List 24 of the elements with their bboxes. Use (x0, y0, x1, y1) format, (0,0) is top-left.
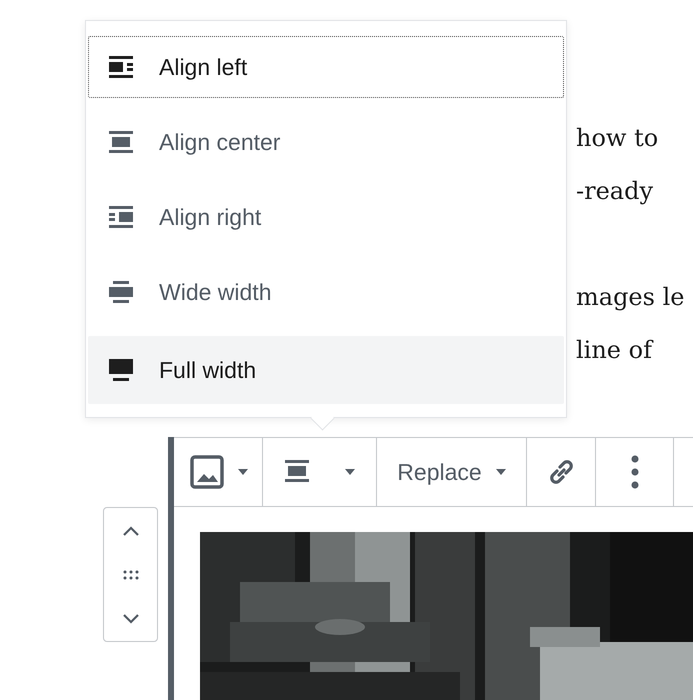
more-options-icon (630, 455, 640, 489)
image-icon (190, 455, 224, 489)
menu-item[interactable]: Align right (88, 186, 564, 248)
drag-handle-icon[interactable] (122, 570, 140, 580)
chevron-up-icon[interactable] (122, 524, 140, 536)
paragraph-text: -ready (576, 176, 654, 207)
chevron-down-icon[interactable] (122, 612, 140, 624)
align-left-icon (109, 56, 133, 78)
menu-item[interactable]: Wide width (88, 261, 564, 323)
menu-item[interactable]: Align left (88, 36, 564, 98)
link-icon (547, 458, 575, 486)
paragraph-text: line of (576, 335, 652, 366)
caret-icon (344, 469, 354, 475)
paragraph-text: how to (576, 123, 658, 154)
caret-icon (238, 469, 248, 475)
paragraph-text: mages le (576, 282, 684, 313)
align-right-icon (109, 206, 133, 228)
menu-item[interactable]: Full width (88, 336, 564, 404)
align-center-icon (109, 131, 133, 153)
menu-item[interactable]: Align center (88, 111, 564, 173)
align-center-icon (284, 460, 310, 484)
wide-width-icon (109, 281, 133, 303)
caret-icon (496, 469, 506, 475)
full-width-icon (109, 359, 133, 381)
